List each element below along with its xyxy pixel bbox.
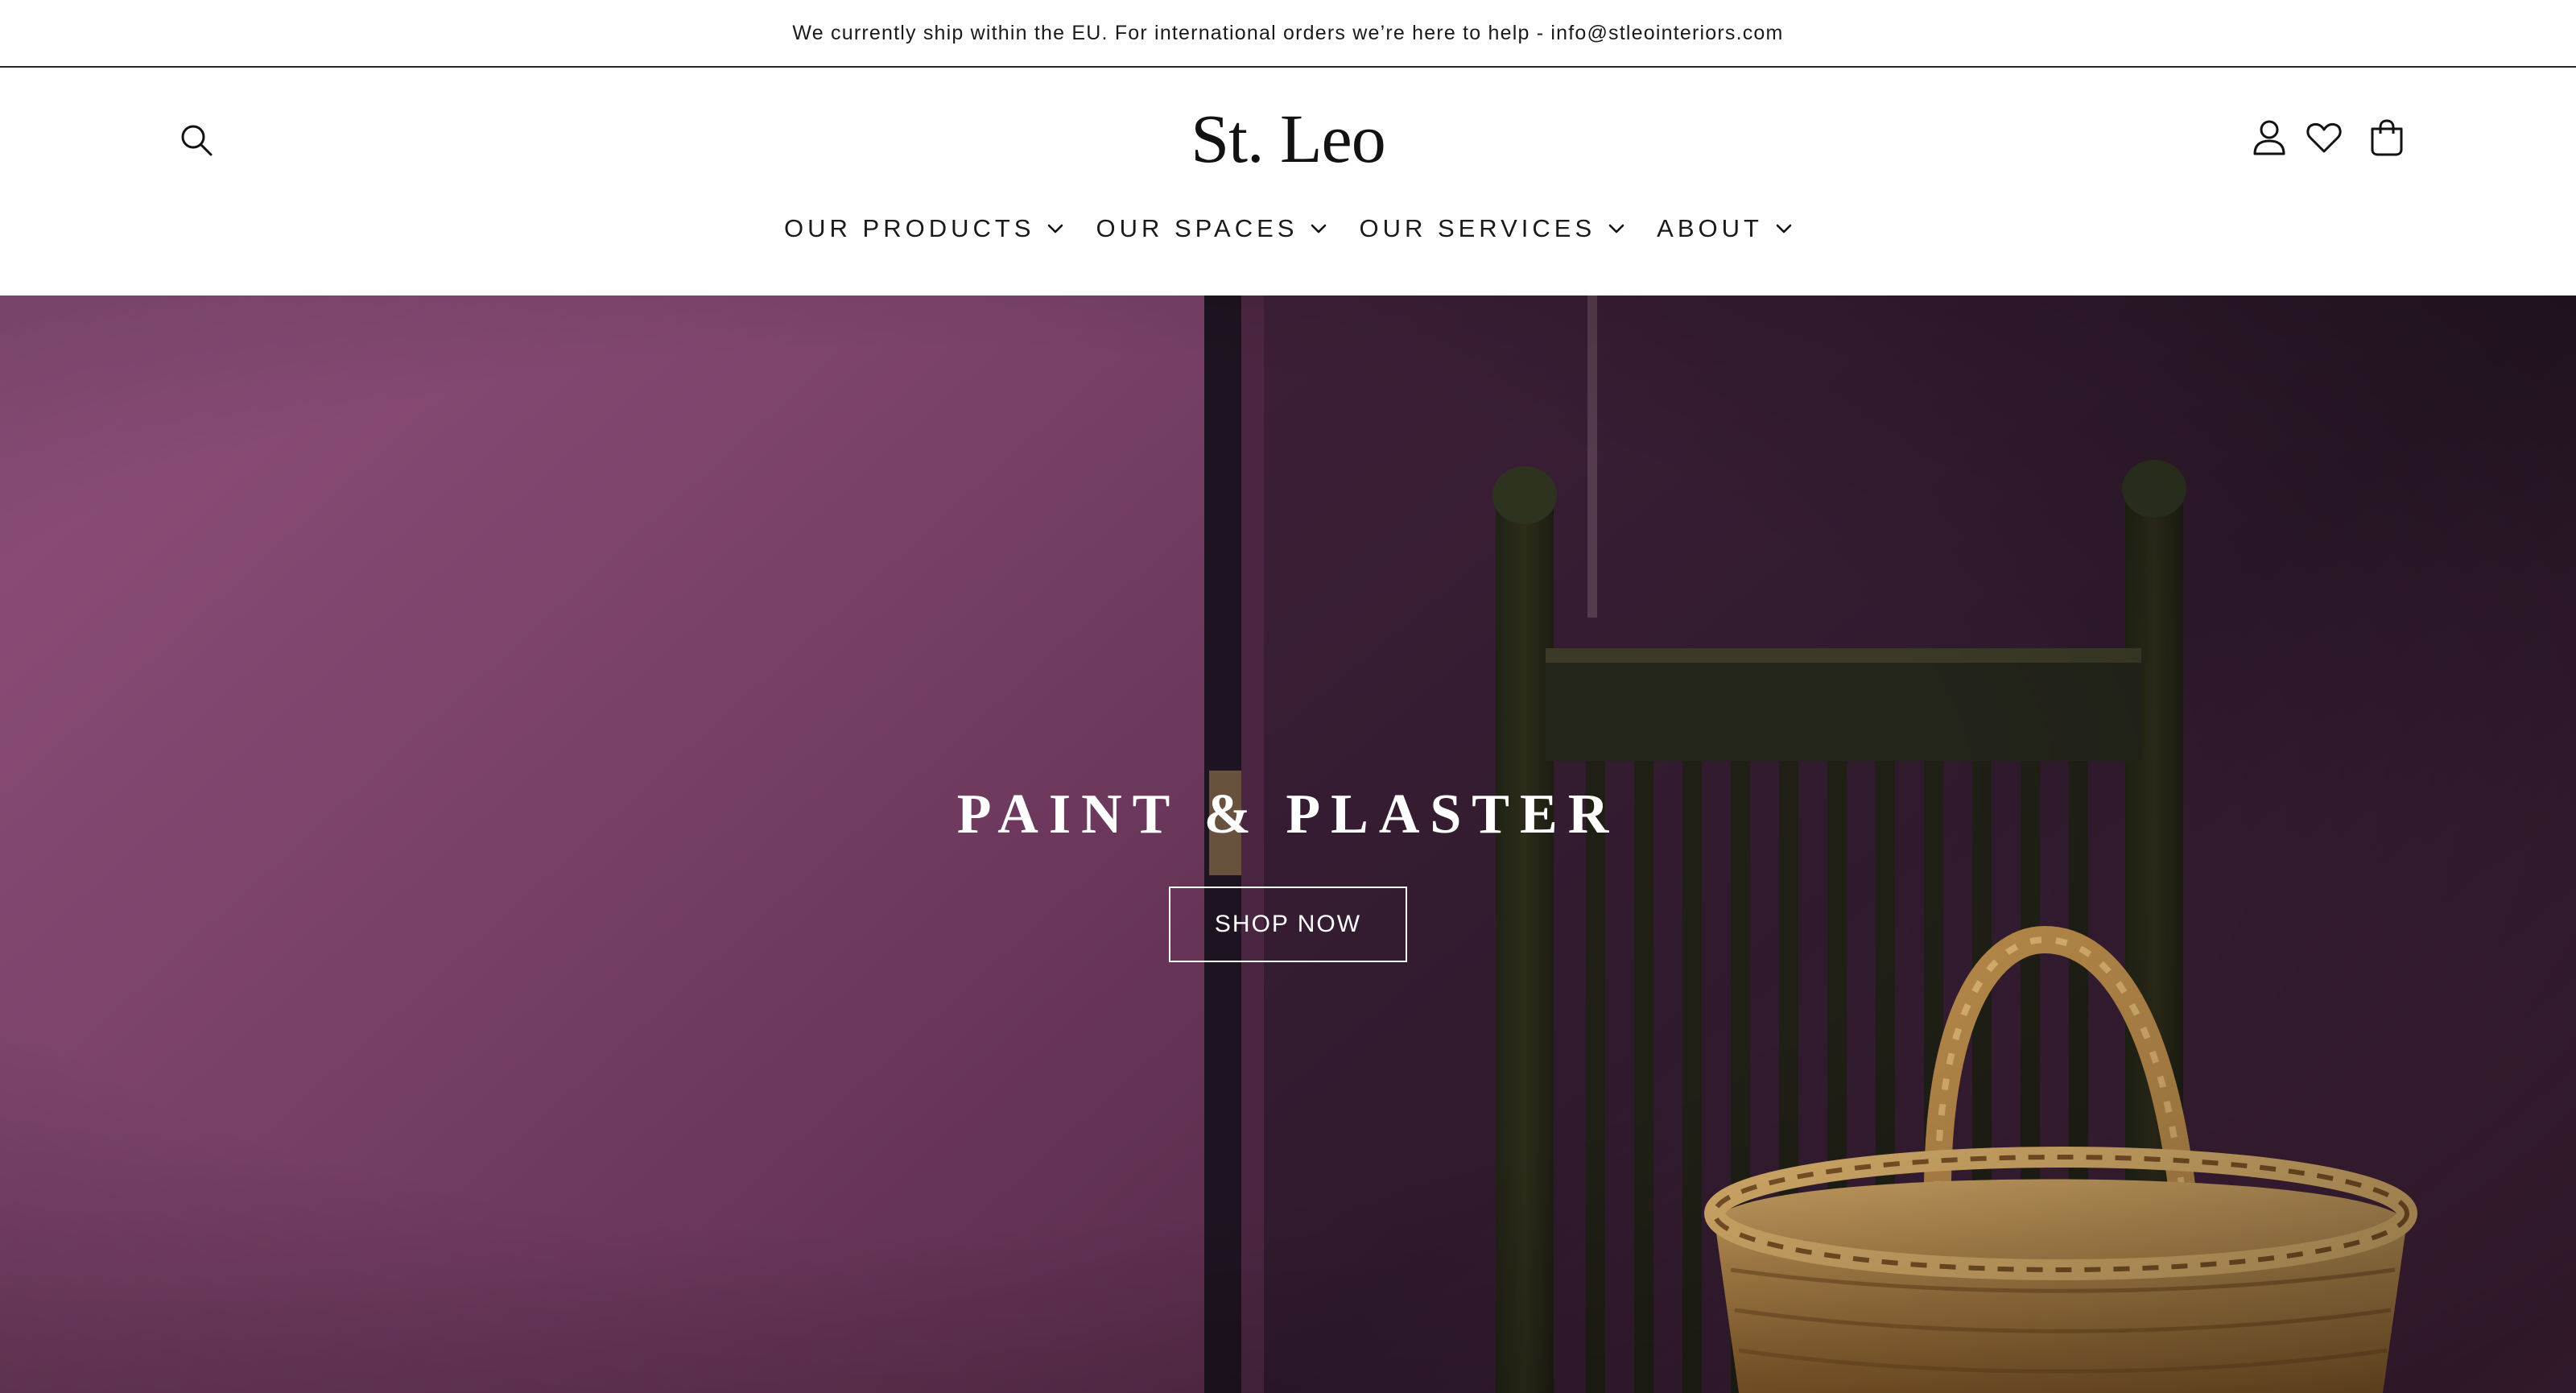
site-logo[interactable]: St. Leo xyxy=(1127,98,1449,179)
bag-icon xyxy=(2371,119,2403,156)
wishlist-button[interactable] xyxy=(2297,111,2351,164)
announcement-bar: We currently ship within the EU. For int… xyxy=(0,0,2576,68)
search-button[interactable] xyxy=(171,114,222,166)
chevron-down-icon xyxy=(1608,224,1624,234)
shop-now-button[interactable]: SHOP NOW xyxy=(1169,887,1407,962)
hero-title: PAINT & PLASTER xyxy=(956,783,1620,845)
nav-our-products[interactable]: OUR PRODUCTS xyxy=(768,203,1080,254)
cart-button[interactable] xyxy=(2359,110,2415,166)
nav-our-services[interactable]: OUR SERVICES xyxy=(1343,203,1641,254)
chevron-down-icon xyxy=(1047,224,1063,234)
nav-about[interactable]: ABOUT xyxy=(1641,203,1808,254)
account-button[interactable] xyxy=(2243,111,2296,164)
search-icon xyxy=(181,125,213,156)
nav-label: ABOUT xyxy=(1657,214,1763,242)
nav-label: OUR SERVICES xyxy=(1359,214,1596,242)
nav-label: OUR PRODUCTS xyxy=(784,214,1035,242)
announcement-text: We currently ship within the EU. For int… xyxy=(792,21,1784,44)
account-icon xyxy=(2253,120,2285,155)
hero-banner[interactable]: PAINT & PLASTER SHOP NOW xyxy=(0,296,2576,1393)
nav-label: OUR SPACES xyxy=(1096,214,1298,242)
chevron-down-icon xyxy=(1311,224,1327,234)
main-nav: OUR PRODUCTS OUR SPACES OUR SERVICES ABO… xyxy=(0,203,2576,254)
site-header: St. Leo OUR PRODUCTS OUR SPACES OUR SERV… xyxy=(0,68,2576,296)
heart-icon xyxy=(2306,122,2342,153)
chevron-down-icon xyxy=(1776,224,1792,234)
nav-our-spaces[interactable]: OUR SPACES xyxy=(1080,203,1343,254)
